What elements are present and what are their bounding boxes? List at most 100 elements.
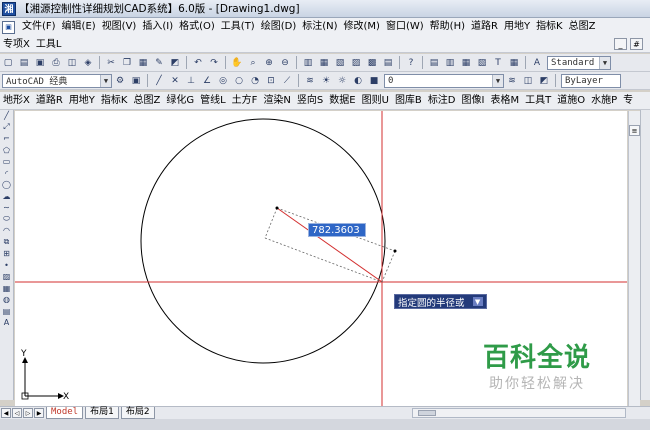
restore-button[interactable]: # (630, 38, 643, 50)
arc-icon[interactable]: ◜ (1, 169, 12, 179)
tab-layout2[interactable]: 布局2 (120, 407, 155, 419)
symbol-tool-icon[interactable]: T (492, 57, 504, 69)
angle-tool-icon[interactable]: ∠ (201, 75, 213, 87)
properties-icon[interactable]: ▥ (302, 57, 314, 69)
menu-special[interactable]: 专项X (0, 36, 33, 53)
menu-general-plan[interactable]: 总图Z (566, 18, 599, 36)
workspace-select[interactable]: AutoCAD 经典 ▼ (2, 73, 112, 88)
menu-greening[interactable]: 绿化G (163, 92, 197, 110)
zoom-realtime-icon[interactable]: ⌕ (247, 57, 259, 69)
layer-lock-icon[interactable]: ◐ (352, 75, 364, 87)
prev-tab-icon[interactable]: ◁ (12, 408, 22, 418)
point-icon[interactable]: • (1, 261, 12, 271)
chevron-down-icon[interactable]: ▼ (599, 56, 610, 69)
circle-icon[interactable]: ◯ (1, 180, 12, 190)
vertical-scrollbar[interactable]: ≡ (628, 111, 640, 406)
line-icon[interactable]: ╱ (1, 111, 12, 121)
menu-library[interactable]: 图库B (392, 92, 425, 110)
menu-pipeline[interactable]: 管线L (197, 92, 229, 110)
menu-terrain[interactable]: 地形X (0, 92, 33, 110)
horizontal-scroll-thumb[interactable] (418, 410, 436, 416)
pan-icon[interactable]: ✋ (231, 57, 243, 69)
polygon-icon[interactable]: ⬠ (1, 146, 12, 156)
revision-cloud-icon[interactable]: ☁ (1, 192, 12, 202)
menu-modify[interactable]: 修改(M) (341, 18, 383, 36)
insert-block-icon[interactable]: ⧉ (1, 237, 12, 248)
ellipse-arc-icon[interactable]: ◠ (1, 226, 12, 236)
document-icon[interactable]: ▣ (2, 20, 15, 34)
menu-index[interactable]: 指标K (533, 18, 566, 36)
menu-tool-l[interactable]: 工具L (33, 36, 65, 53)
layer-freeze-icon[interactable]: ☼ (336, 75, 348, 87)
menu-road[interactable]: 道路R (468, 18, 501, 36)
line-tool-icon[interactable]: ╱ (153, 75, 165, 87)
print-icon[interactable]: ⎙ (50, 57, 62, 69)
cross-tool-icon[interactable]: ✕ (169, 75, 181, 87)
print-preview-icon[interactable]: ◫ (66, 57, 78, 69)
menu-special-overflow[interactable]: 专 (620, 92, 636, 110)
sheet-set-icon[interactable]: ▨ (350, 57, 362, 69)
workspace-save-icon[interactable]: ▣ (130, 75, 142, 87)
menu-draw[interactable]: 绘图(D) (258, 18, 300, 36)
menu-landuse-y[interactable]: 用地Y (66, 92, 98, 110)
menu-data[interactable]: 数据E (326, 92, 358, 110)
redo-icon[interactable]: ↷ (208, 57, 220, 69)
menu-tools[interactable]: 工具(T) (218, 18, 258, 36)
menu-format[interactable]: 格式(O) (176, 18, 218, 36)
dynamic-input-field[interactable]: 782.3603 (308, 223, 366, 237)
menu-render[interactable]: 渲染N (260, 92, 293, 110)
next-tab-icon[interactable]: ▷ (23, 408, 33, 418)
tab-layout1[interactable]: 布局1 (85, 407, 119, 419)
layer-manager-icon[interactable]: ≋ (304, 75, 316, 87)
match-properties-icon[interactable]: ✎ (153, 57, 165, 69)
menu-edit[interactable]: 编辑(E) (59, 18, 99, 36)
menu-vertical[interactable]: 竖向S (294, 92, 326, 110)
dimension-tool-icon[interactable]: ▥ (444, 57, 456, 69)
menu-tools-t[interactable]: 工具T (522, 92, 554, 110)
ellipse-icon[interactable]: ⬭ (1, 214, 12, 225)
menu-insert[interactable]: 插入(I) (139, 18, 176, 36)
paste-icon[interactable]: ▦ (137, 57, 149, 69)
menu-annotation[interactable]: 标注D (425, 92, 459, 110)
markup-icon[interactable]: ▩ (366, 57, 378, 69)
menu-table[interactable]: 表格M (487, 92, 522, 110)
menu-window[interactable]: 窗口(W) (383, 18, 427, 36)
tangent-tool-icon[interactable]: ◔ (249, 75, 261, 87)
layer-bulb-icon[interactable]: ☀ (320, 75, 332, 87)
publish-icon[interactable]: ◈ (82, 57, 94, 69)
new-file-icon[interactable]: ▢ (2, 57, 14, 69)
chevron-down-icon[interactable]: ▼ (492, 74, 503, 87)
layer-color-icon[interactable]: ■ (368, 75, 380, 87)
spline-icon[interactable]: ∼ (1, 203, 12, 213)
multiline-text-icon[interactable]: A (1, 318, 12, 328)
menu-index-k[interactable]: 指标K (98, 92, 131, 110)
layer-previous-icon[interactable]: ◫ (522, 75, 534, 87)
menu-view[interactable]: 视图(V) (99, 18, 140, 36)
text-tool-icon[interactable]: ▤ (428, 57, 440, 69)
zoom-previous-icon[interactable]: ⊖ (279, 57, 291, 69)
table-tool-icon[interactable]: ▦ (460, 57, 472, 69)
layer-state-icon[interactable]: ◩ (538, 75, 550, 87)
menu-dimension[interactable]: 标注(N) (299, 18, 340, 36)
tool-palettes-icon[interactable]: ▧ (334, 57, 346, 69)
menu-road-construction[interactable]: 道施O (554, 92, 588, 110)
table-icon[interactable]: ▤ (1, 307, 12, 317)
linetype-select[interactable]: ByLayer (561, 73, 621, 88)
grid-tool-icon[interactable]: ▦ (508, 57, 520, 69)
horizontal-scrollbar[interactable] (412, 408, 626, 418)
workspace-settings-icon[interactable]: ⚙ (114, 75, 126, 87)
menu-image[interactable]: 图像I (459, 92, 488, 110)
nearest-tool-icon[interactable]: ⟋ (281, 75, 293, 87)
chevron-down-icon[interactable]: ▼ (100, 74, 111, 87)
drawing-canvas[interactable]: Y X 782.3603 指定圆的半径或 ▼ 百科全说 助你轻松解决 (15, 111, 627, 406)
construction-line-icon[interactable]: ⤢ (1, 122, 12, 133)
menu-landuse[interactable]: 用地Y (501, 18, 533, 36)
calculator-icon[interactable]: ▤ (382, 57, 394, 69)
circle-tool-icon[interactable]: ○ (233, 75, 245, 87)
last-tab-icon[interactable]: ▶ (34, 408, 44, 418)
hatch-icon[interactable]: ▨ (1, 272, 12, 282)
cut-icon[interactable]: ✂ (105, 57, 117, 69)
minimize-button[interactable]: _ (614, 38, 627, 50)
node-tool-icon[interactable]: ⊡ (265, 75, 277, 87)
first-tab-icon[interactable]: ◀ (1, 408, 11, 418)
